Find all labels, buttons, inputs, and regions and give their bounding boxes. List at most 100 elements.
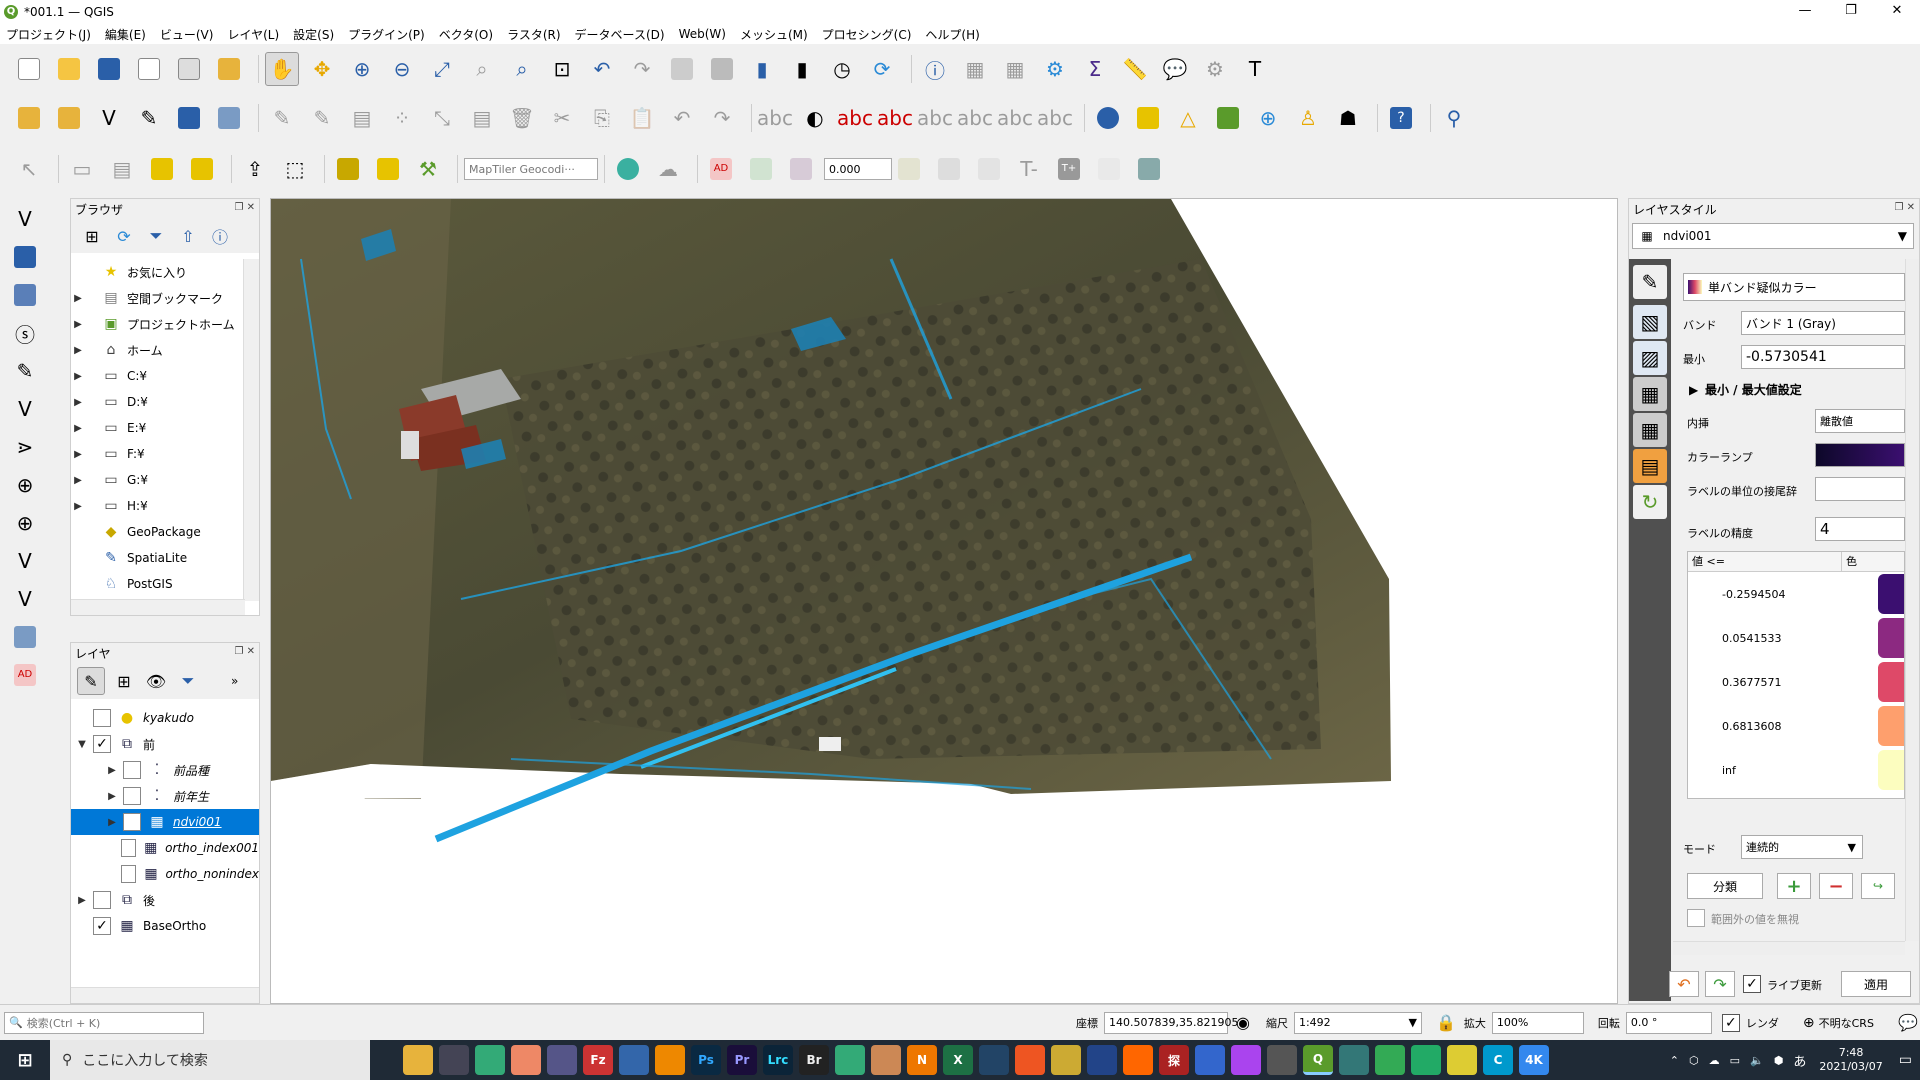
layer-visibility-checkbox[interactable] [93, 891, 111, 909]
expand-arrow-icon[interactable]: ▶ [105, 817, 119, 828]
histogram-tab-icon[interactable]: ▨ [1633, 341, 1667, 375]
collapse-all-icon[interactable]: ⇧ [175, 223, 201, 249]
app-kanji-icon[interactable]: 探 [1159, 1045, 1189, 1075]
add-virtual-tool-icon[interactable]: V [8, 582, 42, 616]
pan-map-icon[interactable]: ✋ [265, 52, 299, 86]
plugin-layers-icon[interactable] [1211, 101, 1245, 135]
app-n-icon[interactable]: N [907, 1045, 937, 1075]
add-mesh-tool-icon[interactable] [8, 278, 42, 312]
dropbox-icon[interactable]: ⬢ [1774, 1054, 1784, 1067]
app-blue-icon[interactable] [619, 1045, 649, 1075]
properties-icon[interactable]: ⓘ [207, 223, 233, 249]
app-circle-icon[interactable] [547, 1045, 577, 1075]
clip-out-of-range-checkbox[interactable] [1687, 909, 1705, 927]
photoshop-icon[interactable]: Ps [691, 1045, 721, 1075]
expand-arrow-icon[interactable]: ▶ [71, 345, 85, 356]
color-class-row[interactable]: 0.6813608 [1688, 704, 1904, 748]
menu-vector[interactable]: ベクタ(O) [439, 26, 493, 43]
menu-edit[interactable]: 編集(E) [105, 26, 146, 43]
messages-icon[interactable]: 💬 [1898, 1013, 1918, 1032]
map-tips-icon[interactable]: 💬 [1158, 52, 1192, 86]
taskbar-search-box[interactable]: ⚲ ここに入力して検索 [50, 1040, 370, 1080]
layer-item[interactable]: ✓ ▦ BaseOrtho [71, 913, 259, 939]
add-vector-layer-icon[interactable]: V [92, 101, 126, 135]
redo-icon[interactable]: ↷ [705, 101, 739, 135]
undo-style-button[interactable]: ↶ [1669, 971, 1699, 997]
style-manager-icon[interactable] [212, 52, 246, 86]
renderer-type-dropdown[interactable]: 単バンド疑似カラー [1683, 273, 1905, 301]
steam-icon[interactable] [979, 1045, 1009, 1075]
band-dropdown[interactable]: バンド 1 (Gray) [1741, 311, 1905, 335]
browser-item[interactable]: ◆ GeoPackage [71, 519, 243, 545]
offset-value-input[interactable]: 0.000 [824, 158, 892, 180]
plugin-green-icon[interactable] [744, 152, 778, 186]
add-wcs-tool-icon[interactable]: ⊕ [8, 506, 42, 540]
live-update-checkbox[interactable]: ✓ [1743, 975, 1761, 993]
color-ramp-button[interactable] [1815, 443, 1905, 467]
plugin-purple-icon[interactable] [784, 152, 818, 186]
expand-arrow-icon[interactable]: ▶ [71, 501, 85, 512]
expand-arrow-icon[interactable]: ▶ [71, 397, 85, 408]
menu-database[interactable]: データベース(D) [575, 26, 665, 43]
browser-item[interactable]: ♘ PostGIS [71, 571, 243, 597]
add-vector-tool-icon[interactable]: V [8, 202, 42, 236]
save-project-icon[interactable] [92, 52, 126, 86]
plugin-globe-icon[interactable] [1091, 101, 1125, 135]
data-source-manager-icon[interactable] [12, 101, 46, 135]
blender-icon[interactable] [1123, 1045, 1153, 1075]
load-colormap-button[interactable]: ↪ [1861, 873, 1895, 899]
messenger-icon[interactable] [1231, 1045, 1261, 1075]
text-minus-icon[interactable]: T- [1012, 152, 1046, 186]
app-4k-icon[interactable]: 4K [1519, 1045, 1549, 1075]
vertex-tool-icon[interactable]: ⤡ [425, 101, 459, 135]
refresh-icon[interactable]: ⟳ [865, 52, 899, 86]
layer-item[interactable]: ▶ ▦ ndvi001 [71, 809, 259, 835]
classify-button[interactable]: 分類 [1687, 873, 1763, 899]
new-map-view-icon[interactable] [665, 52, 699, 86]
app-yellow-icon[interactable] [1051, 1045, 1081, 1075]
plugin-gray-icon[interactable] [932, 152, 966, 186]
text-plus-icon[interactable]: T+ [1052, 152, 1086, 186]
help-icon[interactable]: ? [1384, 101, 1418, 135]
menu-processing[interactable]: プロセシング(C) [822, 26, 912, 43]
browser-item[interactable]: ▶ ▭ F:¥ [71, 441, 243, 467]
render-checkbox[interactable]: ✓ [1721, 1013, 1740, 1032]
settings-gear-icon[interactable]: ⚙ [1198, 52, 1232, 86]
label-suffix-input[interactable] [1815, 477, 1905, 501]
close-button[interactable]: ✕ [1874, 0, 1920, 24]
minimize-button[interactable]: — [1782, 0, 1828, 24]
cube-3d-icon[interactable] [331, 152, 365, 186]
menu-layer[interactable]: レイヤ(L) [227, 26, 279, 43]
bridge-icon[interactable]: Br [799, 1045, 829, 1075]
cube-box-icon[interactable] [371, 152, 405, 186]
open-attribute-table-icon[interactable]: ▦ [958, 52, 992, 86]
copy-features-icon[interactable]: ⎘ [585, 101, 619, 135]
interpolation-dropdown[interactable]: 離散値 [1815, 409, 1905, 433]
class-color-swatch[interactable] [1878, 750, 1904, 790]
styling-horizontal-scrollbar[interactable] [1673, 941, 1905, 955]
layer-visibility-checkbox[interactable] [123, 787, 141, 805]
tools-crossed-icon[interactable]: ⚒ [411, 152, 445, 186]
value-column-header[interactable]: 値 <= [1688, 552, 1842, 571]
expand-arrow-icon[interactable]: ▶ [71, 475, 85, 486]
layer-visibility-checkbox[interactable] [123, 761, 141, 779]
mouse-coordinate-toggle-icon[interactable]: ◉ [1236, 1013, 1250, 1032]
field-calculator-icon[interactable]: ▦ [998, 52, 1032, 86]
remove-class-button[interactable]: − [1819, 873, 1853, 899]
expand-arrow-icon[interactable]: ▶ [71, 293, 85, 304]
apply-button[interactable]: 適用 [1841, 971, 1911, 997]
layer-item[interactable]: ▶ ⁚ 前年生 [71, 783, 259, 809]
rendering-tab-icon[interactable]: ▦ [1633, 377, 1667, 411]
plugin-box-icon[interactable] [1092, 152, 1126, 186]
add-spatialite-tool-icon[interactable]: ✎ [8, 354, 42, 388]
plugin-tool-icon[interactable]: △ [1171, 101, 1205, 135]
rotate-label-icon[interactable]: abc [997, 101, 1033, 135]
more-tools-button[interactable]: » [231, 674, 238, 688]
highlight-pinned-labels-icon[interactable]: abc [837, 101, 873, 135]
browser-item[interactable]: ▶ ⌂ ホーム [71, 337, 243, 363]
menu-web[interactable]: Web(W) [679, 27, 726, 41]
raster-info-tab-icon[interactable]: ▦ [1633, 413, 1667, 447]
expand-arrow-icon[interactable]: ▶ [105, 765, 119, 776]
layer-item[interactable]: ▼ ✓ ⧉ 前 [71, 731, 259, 757]
undo-icon[interactable]: ↶ [665, 101, 699, 135]
